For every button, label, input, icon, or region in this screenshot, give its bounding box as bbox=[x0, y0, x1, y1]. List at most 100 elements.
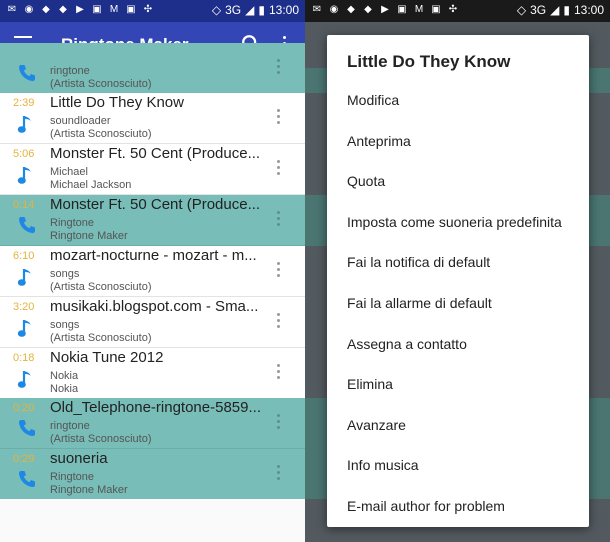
menu-item[interactable]: Assegna a contatto bbox=[347, 336, 467, 352]
image-icon: ▣ bbox=[126, 4, 136, 15]
gmail-icon: M bbox=[414, 4, 424, 15]
song-row[interactable]: 2:39 Little Do They Know soundloader (Artis… bbox=[0, 93, 305, 144]
list-empty-area bbox=[0, 499, 305, 542]
song-title: mozart-nocturne - mozart - m... bbox=[50, 247, 257, 264]
clock: 13:00 bbox=[573, 3, 604, 17]
notification-icon: ◉ bbox=[329, 4, 339, 15]
song-row[interactable]: 0:14 Monster Ft. 50 Cent (Produce... Ringt… bbox=[0, 195, 305, 246]
song-album: Michael bbox=[50, 166, 88, 178]
pinwheel-icon: ✣ bbox=[143, 4, 153, 15]
song-artist: Nokia bbox=[50, 383, 79, 395]
song-title: suoneria bbox=[50, 450, 108, 467]
status-bar: ✉ ◉ ◆ ◆ ▶ ▣ M ▣ ✣ ◇ 3G ◢ ▮ 13:00 bbox=[0, 0, 305, 22]
song-artist: Michael Jackson bbox=[50, 179, 132, 191]
song-artist: (Artista Sconosciuto) bbox=[50, 281, 152, 293]
notification-icon: ✉ bbox=[7, 4, 17, 15]
network-type: 3G bbox=[225, 3, 242, 17]
music-note-icon bbox=[17, 317, 35, 339]
song-album: songs bbox=[50, 268, 80, 280]
youtube-icon: ▶ bbox=[76, 4, 84, 15]
song-album: ringtone bbox=[50, 65, 90, 77]
song-row[interactable]: 6:10 mozart-nocturne - mozart - m... songs… bbox=[0, 246, 305, 297]
song-album: songs bbox=[50, 319, 80, 331]
phone-icon bbox=[17, 215, 35, 237]
song-album: ringtone bbox=[50, 420, 90, 432]
song-artist: (Artista Sconosciuto) bbox=[50, 433, 152, 445]
menu-item[interactable]: Fai la notifica di default bbox=[347, 254, 490, 270]
song-row[interactable]: 0:20 Old_Telephone-ringtone-5859...ringto… bbox=[0, 398, 305, 449]
image-icon: ▣ bbox=[92, 4, 102, 15]
dropbox-icon: ◆ bbox=[364, 4, 372, 15]
song-album: Nokia bbox=[50, 370, 79, 382]
diamond-icon: ◇ bbox=[211, 3, 222, 17]
song-options-icon[interactable] bbox=[275, 109, 281, 127]
image-icon: ▣ bbox=[397, 4, 407, 15]
song-title: Monster Ft. 50 Cent (Produce... bbox=[50, 196, 261, 213]
song-title: Little Do They Know bbox=[50, 94, 184, 111]
song-artist: (Artista Sconosciuto) bbox=[50, 128, 152, 140]
battery-icon: ▮ bbox=[563, 3, 570, 17]
song-row[interactable]: 3:20 musikaki.blogspot.com - Sma... songs(… bbox=[0, 297, 305, 348]
song-options-icon[interactable] bbox=[275, 160, 281, 178]
song-options-icon[interactable] bbox=[275, 59, 281, 77]
notification-icon: ✉ bbox=[312, 4, 322, 15]
network-type: 3G bbox=[530, 3, 547, 17]
song-duration: 5:06 bbox=[13, 148, 35, 160]
diamond-icon: ◇ bbox=[516, 3, 527, 17]
notification-icons: ✉ ◉ ◆ ◆ ▶ ▣ M ▣ ✣ bbox=[6, 4, 154, 16]
menu-item[interactable]: Anteprima bbox=[347, 133, 411, 149]
song-artist: (Artista Sconosciuto) bbox=[50, 78, 152, 90]
menu-item[interactable]: Info musica bbox=[347, 457, 419, 473]
status-bar: ✉ ◉ ◆ ◆ ▶ ▣ M ▣ ✣ ◇ 3G ◢ ▮ 13:00 bbox=[305, 0, 610, 22]
song-artist: (Artista Sconosciuto) bbox=[50, 332, 152, 344]
menu-item[interactable]: Avanzare bbox=[347, 417, 406, 433]
menu-item[interactable]: Elimina bbox=[347, 376, 393, 392]
menu-item[interactable]: Imposta come suoneria predefinita bbox=[347, 214, 562, 230]
signal-icon: ◢ bbox=[550, 3, 560, 17]
image-icon: ▣ bbox=[431, 4, 441, 15]
song-options-dialog: Little Do They Know Modifica Anteprima Quo… bbox=[327, 35, 589, 527]
song-duration: 6:10 bbox=[13, 250, 35, 262]
song-title: Monster Ft. 50 Cent (Produce... bbox=[50, 145, 261, 162]
song-options-icon[interactable] bbox=[275, 262, 281, 280]
song-options-screen: ✉ ◉ ◆ ◆ ▶ ▣ M ▣ ✣ ◇ 3G ◢ ▮ 13:00 Little … bbox=[305, 0, 610, 542]
song-row[interactable]: 0:18 Nokia Tune 2012 Nokia Nokia bbox=[0, 348, 305, 399]
song-duration: 3:20 bbox=[13, 301, 35, 313]
song-row[interactable]: ringtone (Artista Sconosciuto) bbox=[0, 43, 305, 94]
menu-item[interactable]: Fai la allarme di default bbox=[347, 295, 492, 311]
song-options-icon[interactable] bbox=[275, 414, 281, 432]
song-options-icon[interactable] bbox=[275, 465, 281, 483]
song-artist: Ringtone Maker bbox=[50, 484, 128, 496]
song-artist: Ringtone Maker bbox=[50, 230, 128, 242]
song-options-icon[interactable] bbox=[275, 364, 281, 382]
music-note-icon bbox=[17, 164, 35, 186]
music-note-icon bbox=[17, 266, 35, 288]
phone-icon bbox=[17, 63, 35, 85]
dialog-title: Little Do They Know bbox=[347, 52, 511, 71]
pinwheel-icon: ✣ bbox=[448, 4, 458, 15]
song-album: soundloader bbox=[50, 115, 111, 127]
menu-item[interactable]: Modifica bbox=[347, 92, 399, 108]
youtube-icon: ▶ bbox=[381, 4, 389, 15]
notification-icons: ✉ ◉ ◆ ◆ ▶ ▣ M ▣ ✣ bbox=[311, 4, 459, 16]
signal-icon: ◢ bbox=[245, 3, 255, 17]
song-list-screen: ✉ ◉ ◆ ◆ ▶ ▣ M ▣ ✣ ◇ 3G ◢ ▮ 13:00 Rington… bbox=[0, 0, 305, 542]
music-note-icon bbox=[17, 113, 35, 135]
song-duration: 0:14 bbox=[13, 199, 35, 211]
song-options-icon[interactable] bbox=[275, 313, 281, 331]
music-note-icon bbox=[17, 368, 35, 390]
song-title: Old_Telephone-ringtone-5859... bbox=[50, 399, 261, 416]
song-duration: 0:18 bbox=[13, 352, 35, 364]
song-album: Ringtone bbox=[50, 471, 95, 483]
song-row[interactable]: 0:29 suoneria Ringtone Ringtone Maker bbox=[0, 449, 305, 500]
song-duration: 0:20 bbox=[13, 402, 35, 414]
menu-item[interactable]: E-mail author for problem bbox=[347, 498, 505, 514]
clock: 13:00 bbox=[268, 3, 299, 17]
phone-icon bbox=[17, 418, 35, 440]
dropbox-icon: ◆ bbox=[42, 4, 50, 15]
song-options-icon[interactable] bbox=[275, 211, 281, 229]
song-row[interactable]: 5:06 Monster Ft. 50 Cent (Produce... Micha… bbox=[0, 144, 305, 195]
song-title: Nokia Tune 2012 bbox=[50, 349, 164, 366]
song-album: Ringtone bbox=[50, 217, 95, 229]
menu-item[interactable]: Quota bbox=[347, 173, 385, 189]
